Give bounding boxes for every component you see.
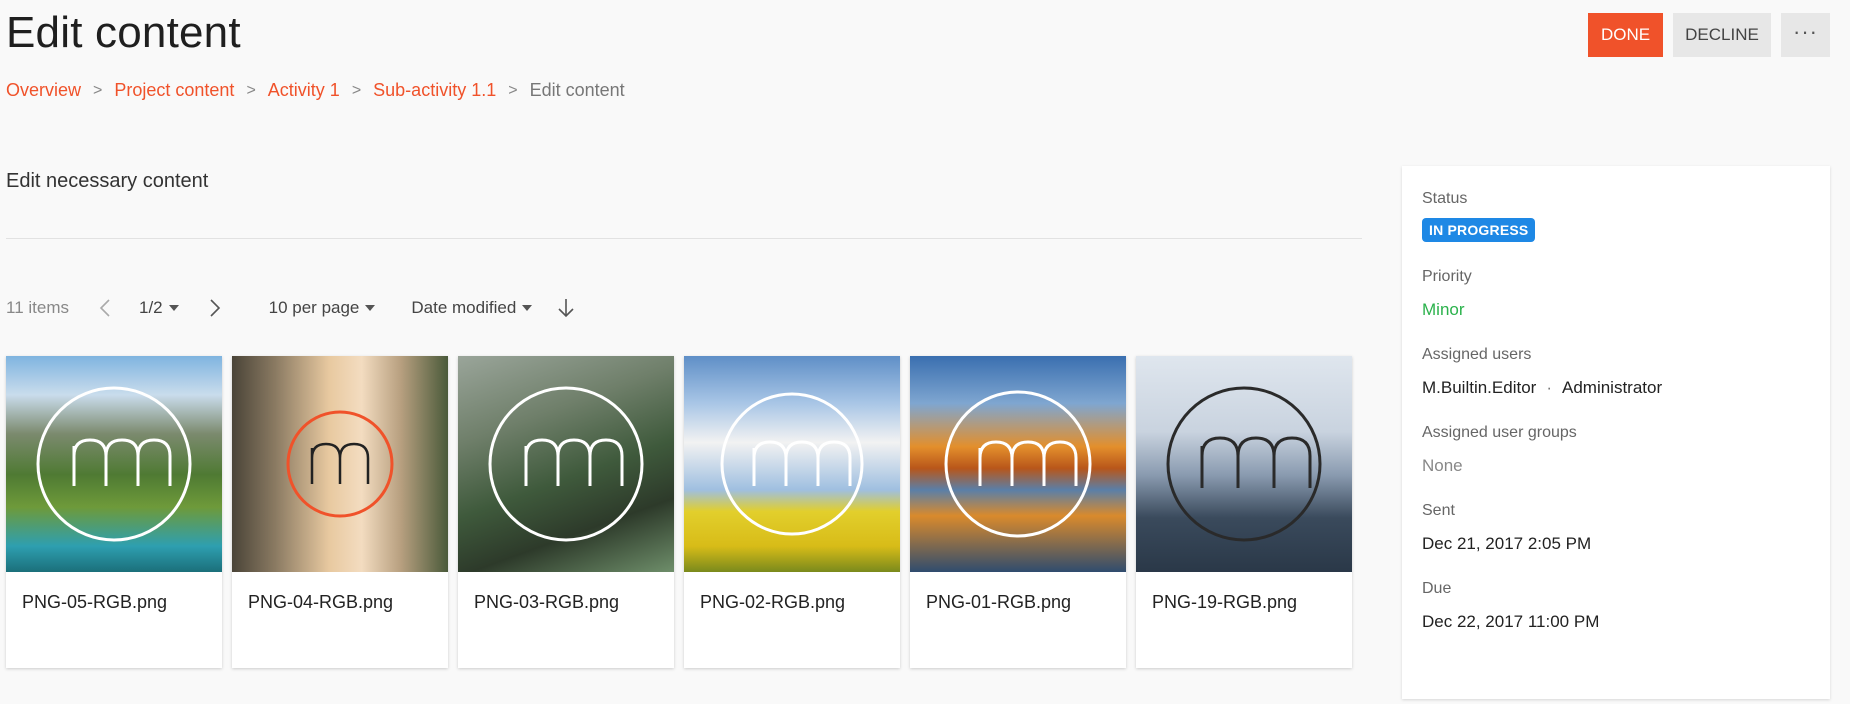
section-title: Edit necessary content	[6, 170, 209, 192]
card-filename: PNG-01-RGB.png	[926, 592, 1072, 612]
logo-icon	[488, 386, 644, 542]
decline-button[interactable]: DECLINE	[1673, 13, 1771, 57]
assigned-users-list: M.Builtin.Editor · Administrator	[1422, 378, 1810, 398]
breadcrumb-separator: >	[508, 81, 518, 99]
more-options-button[interactable]: ···	[1781, 13, 1830, 57]
status-label: Status	[1422, 190, 1468, 207]
priority-field: Priority Minor	[1422, 268, 1810, 320]
details-panel: Status IN PROGRESS Priority Minor Assign…	[1402, 166, 1830, 699]
breadcrumb-current: Edit content	[529, 80, 625, 100]
card-filename: PNG-02-RGB.png	[700, 592, 846, 612]
assigned-users-label: Assigned users	[1422, 346, 1532, 363]
sort-select[interactable]: Date modified	[411, 298, 533, 318]
chevron-left-icon[interactable]	[93, 296, 117, 320]
top-actions: DONE DECLINE ···	[1588, 13, 1830, 57]
sent-label: Sent	[1422, 502, 1455, 519]
assigned-users-field: Assigned users M.Builtin.Editor · Administ…	[1422, 346, 1810, 398]
content-card[interactable]: PNG-04-RGB.png	[232, 356, 448, 668]
page-select[interactable]: 1/2	[139, 298, 179, 318]
thumbnail-image	[232, 356, 448, 572]
thumbnail-image	[458, 356, 674, 572]
sent-field: Sent Dec 21, 2017 2:05 PM	[1422, 502, 1810, 554]
arrow-down-icon[interactable]	[554, 296, 578, 320]
logo-icon	[944, 390, 1092, 538]
content-card[interactable]: PNG-01-RGB.png	[910, 356, 1126, 668]
status-field: Status IN PROGRESS	[1422, 190, 1810, 242]
breadcrumb-sub-activity[interactable]: Sub-activity 1.1	[373, 80, 496, 101]
breadcrumb: Overview > Project content > Activity 1 …	[6, 80, 625, 101]
assigned-groups-value: None	[1422, 456, 1463, 475]
due-label: Due	[1422, 580, 1452, 597]
breadcrumb-activity-1[interactable]: Activity 1	[268, 80, 340, 101]
page-title: Edit content	[6, 8, 241, 57]
priority-label: Priority	[1422, 268, 1472, 285]
thumbnail-image	[910, 356, 1126, 572]
thumbnail-image	[6, 356, 222, 572]
priority-value: Minor	[1422, 300, 1465, 319]
breadcrumb-separator: >	[351, 81, 362, 99]
breadcrumb-separator: >	[93, 81, 103, 99]
logo-icon	[286, 410, 394, 518]
breadcrumb-separator: >	[246, 81, 256, 99]
content-grid: PNG-05-RGB.png PNG-04-RGB.png PNG-03-RGB…	[6, 356, 1352, 668]
due-value: Dec 22, 2017 11:00 PM	[1422, 612, 1600, 631]
card-filename: PNG-03-RGB.png	[474, 592, 620, 612]
assigned-groups-label: Assigned user groups	[1422, 424, 1577, 441]
assigned-user: Administrator	[1562, 378, 1663, 397]
logo-icon	[720, 392, 864, 536]
logo-icon	[1166, 386, 1322, 542]
sent-value: Dec 21, 2017 2:05 PM	[1422, 534, 1592, 553]
thumbnail-image	[684, 356, 900, 572]
status-badge: IN PROGRESS	[1422, 218, 1536, 242]
separator-dot: ·	[1546, 378, 1552, 397]
divider	[6, 238, 1362, 239]
done-button[interactable]: DONE	[1588, 13, 1663, 57]
breadcrumb-project-content[interactable]: Project content	[114, 80, 234, 101]
chevron-right-icon[interactable]	[203, 296, 227, 320]
assigned-user: M.Builtin.Editor	[1422, 378, 1537, 397]
assigned-groups-field: Assigned user groups None	[1422, 424, 1810, 476]
sort-value: Date modified	[411, 298, 517, 317]
logo-icon	[36, 386, 192, 542]
content-card[interactable]: PNG-19-RGB.png	[1136, 356, 1352, 668]
breadcrumb-overview[interactable]: Overview	[6, 80, 81, 101]
card-filename: PNG-04-RGB.png	[248, 592, 394, 612]
thumbnail-image	[1136, 356, 1352, 572]
content-card[interactable]: PNG-05-RGB.png	[6, 356, 222, 668]
list-toolbar: 11 items 1/2 10 per page Date modified	[6, 296, 578, 320]
card-filename: PNG-05-RGB.png	[22, 592, 168, 612]
content-card[interactable]: PNG-02-RGB.png	[684, 356, 900, 668]
content-card[interactable]: PNG-03-RGB.png	[458, 356, 674, 668]
page-value: 1/2	[139, 298, 163, 317]
card-filename: PNG-19-RGB.png	[1152, 592, 1298, 612]
per-page-select[interactable]: 10 per page	[269, 298, 376, 318]
caret-down-icon	[522, 305, 533, 311]
per-page-value: 10 per page	[268, 298, 360, 317]
items-count: 11 items	[6, 298, 69, 317]
caret-down-icon	[365, 305, 376, 311]
due-field: Due Dec 22, 2017 11:00 PM	[1422, 580, 1810, 632]
caret-down-icon	[168, 305, 179, 311]
